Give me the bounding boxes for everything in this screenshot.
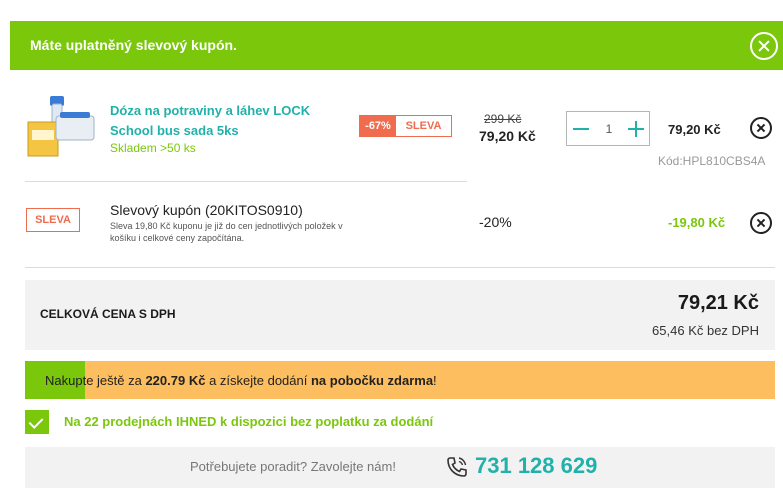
divider <box>25 267 775 268</box>
divider <box>25 181 467 182</box>
help-bar: Potřebujete poradit? Zavolejte nám! 731 … <box>25 447 775 488</box>
discount-badge: -67% SLEVA <box>359 115 452 137</box>
free-shipping-message: Nakupte ještě za 220.79 Kč a získejte do… <box>45 373 437 388</box>
remove-coupon-icon[interactable] <box>750 212 772 234</box>
product-code: Kód:HPL810CBS4A <box>658 154 766 168</box>
product-image[interactable] <box>26 94 96 160</box>
free-shipping-bar: Nakupte ještě za 220.79 Kč a získejte do… <box>25 361 775 399</box>
coupon-title: Slevový kupón (20KITOS0910) <box>110 202 303 218</box>
phone-icon <box>447 457 467 477</box>
quantity-input[interactable]: 1 <box>601 122 617 136</box>
coupon-description: Sleva 19,80 Kč kuponu je již do cen jedn… <box>110 221 343 243</box>
help-text: Potřebujete poradit? Zavolejte nám! <box>190 459 396 474</box>
store-availability: Na 22 prodejnách IHNED k dispozici bez p… <box>64 414 434 429</box>
total-price: 79,21 Kč <box>677 292 759 314</box>
total-net-price: 65,46 Kč bez DPH <box>652 323 759 338</box>
phone-number-link[interactable]: 731 128 629 <box>475 453 597 479</box>
coupon-applied-banner: Máte uplatněný slevový kupón. <box>10 21 783 70</box>
coupon-discount-amount: -19,80 Kč <box>668 215 726 230</box>
stock-status: Skladem >50 ks <box>110 141 196 155</box>
minus-icon[interactable] <box>572 119 590 139</box>
discount-percent: -67% <box>360 116 396 136</box>
coupon-tag: SLEVA <box>26 208 80 232</box>
banner-message: Máte uplatněný slevový kupón. <box>30 37 237 53</box>
line-total: 79,20 Kč <box>668 122 721 137</box>
total-label: CELKOVÁ CENA S DPH <box>40 307 176 321</box>
unit-price: 79,20 Kč <box>479 128 536 144</box>
close-icon[interactable] <box>750 32 778 60</box>
coupon-percent: -20% <box>479 214 512 230</box>
product-name-link[interactable]: Dóza na potraviny a láhev LOCK School bu… <box>110 101 340 141</box>
check-icon <box>25 410 49 434</box>
quantity-stepper: 1 <box>566 111 650 146</box>
plus-icon[interactable] <box>627 119 645 139</box>
order-total-box: CELKOVÁ CENA S DPH 79,21 Kč 65,46 Kč bez… <box>25 280 775 350</box>
original-price: 299 Kč <box>484 112 522 126</box>
discount-label: SLEVA <box>405 120 442 132</box>
remove-item-icon[interactable] <box>750 117 772 139</box>
